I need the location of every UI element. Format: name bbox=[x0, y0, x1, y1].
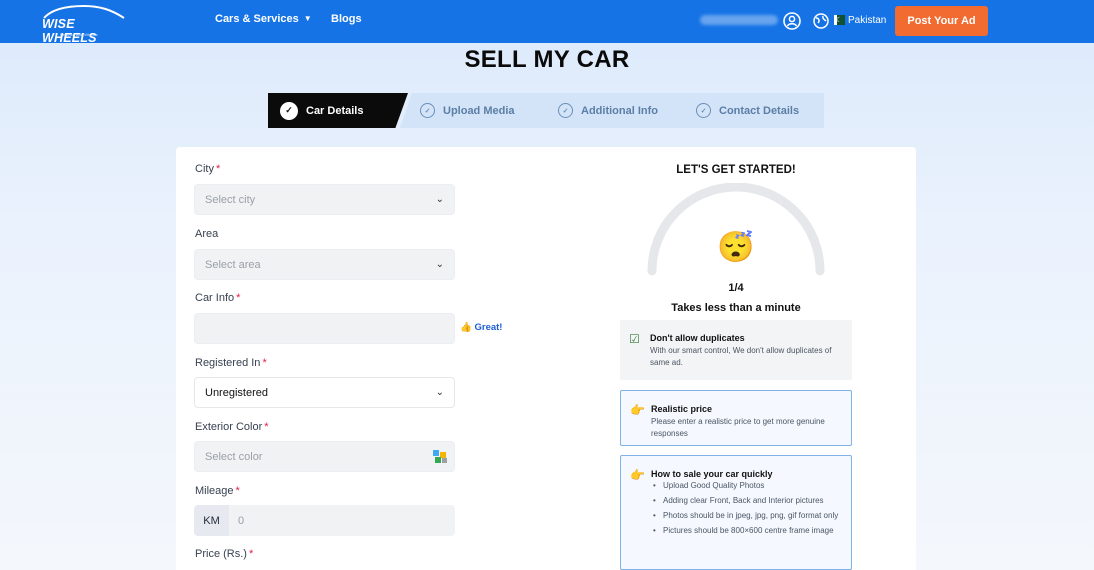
step-label: Additional Info bbox=[581, 104, 658, 117]
exterior-color-select[interactable]: Select color bbox=[194, 441, 455, 472]
step-contact-details[interactable]: ✓ Contact Details bbox=[674, 93, 824, 128]
car-info-label: Car Info * bbox=[195, 292, 240, 304]
globe-icon[interactable] bbox=[812, 12, 830, 30]
wise-wheels-logo[interactable]: WISE WHEELS Be Wise with Wheels bbox=[38, 5, 130, 45]
step-car-details[interactable]: ✓ Car Details bbox=[268, 93, 408, 128]
check-circle-icon: ✓ bbox=[420, 103, 435, 118]
step-label: Contact Details bbox=[719, 104, 800, 117]
progress-heading: LET'S GET STARTED! bbox=[676, 164, 796, 176]
logo-tagline: Be Wise with Wheels bbox=[60, 32, 98, 37]
chevron-down-icon: ▼ bbox=[303, 14, 312, 23]
list-item: Pictures should be 800×600 centre frame … bbox=[653, 525, 847, 537]
checkbox-icon: ☑ bbox=[629, 332, 640, 346]
tip-title: Don't allow duplicates bbox=[650, 333, 745, 343]
check-circle-icon: ✓ bbox=[280, 101, 298, 120]
required-mark: * bbox=[236, 292, 241, 304]
pointing-hand-icon: 👉 bbox=[630, 403, 645, 417]
thumbs-up-icon: 👍 bbox=[460, 322, 472, 333]
area-label: Area bbox=[195, 228, 219, 240]
list-item: Upload Good Quality Photos bbox=[653, 480, 847, 492]
step-label: Upload Media bbox=[443, 104, 515, 117]
crescent-icon: ☾ bbox=[836, 17, 843, 24]
blurred-user-name bbox=[700, 15, 778, 25]
pointing-hand-icon: 👉 bbox=[630, 468, 645, 482]
top-navbar: WISE WHEELS Be Wise with Wheels Cars & S… bbox=[0, 0, 1094, 45]
city-select[interactable]: Select city ⌄ bbox=[194, 184, 455, 215]
registered-in-label-text: Registered In bbox=[195, 357, 261, 369]
tip-sell-quickly: 👉 How to sale your car quickly Upload Go… bbox=[620, 455, 852, 570]
tip-realistic-price: 👉 Realistic price Please enter a realist… bbox=[620, 390, 852, 446]
tip-body: With our smart control, We don't allow d… bbox=[650, 346, 832, 367]
step-upload-media[interactable]: ✓ Upload Media bbox=[400, 93, 550, 128]
nav-blogs[interactable]: Blogs bbox=[331, 13, 362, 25]
sleeping-face-icon: 😴 bbox=[717, 231, 755, 264]
city-label-text: City bbox=[195, 163, 214, 175]
page-title: SELL MY CAR bbox=[464, 46, 630, 73]
chevron-down-icon: ⌄ bbox=[435, 194, 444, 205]
mileage-placeholder: 0 bbox=[238, 514, 245, 527]
progress-count: 1/4 bbox=[728, 282, 744, 294]
required-mark: * bbox=[215, 163, 221, 175]
area-placeholder: Select area bbox=[205, 258, 261, 271]
country-selector[interactable]: Pakistan bbox=[848, 15, 886, 26]
mileage-input[interactable]: 0 bbox=[229, 505, 455, 536]
progress-subtext: Takes less than a minute bbox=[671, 302, 801, 314]
logo-text: WISE WHEELS bbox=[42, 17, 97, 45]
required-mark: * bbox=[264, 421, 269, 433]
mileage-unit: KM bbox=[194, 505, 229, 536]
exterior-color-placeholder: Select color bbox=[205, 450, 263, 463]
tip-body: Please enter a realistic price to get mo… bbox=[651, 417, 825, 438]
price-label: Price (Rs.) * bbox=[195, 548, 253, 560]
car-info-input[interactable] bbox=[194, 313, 455, 344]
mileage-label-text: Mileage bbox=[195, 485, 234, 497]
tip-title: Realistic price bbox=[651, 404, 713, 414]
chevron-down-icon: ⌄ bbox=[435, 259, 444, 270]
required-mark: * bbox=[235, 485, 240, 497]
city-label: City * bbox=[195, 163, 220, 175]
registered-in-select[interactable]: Unregistered ⌄ bbox=[194, 377, 455, 408]
tip-no-duplicates: ☑ Don't allow duplicates With our smart … bbox=[620, 320, 852, 380]
list-item: Photos should be in jpeg, jpg, png, gif … bbox=[653, 510, 847, 522]
car-info-label-text: Car Info bbox=[195, 292, 235, 304]
tip-list: Upload Good Quality Photos Adding clear … bbox=[653, 480, 847, 540]
nav-cars-services-label: Cars & Services bbox=[215, 13, 299, 25]
registered-in-label: Registered In * bbox=[195, 357, 267, 369]
required-mark: * bbox=[248, 548, 254, 560]
user-icon[interactable] bbox=[783, 12, 801, 30]
car-info-hint: 👍 Great! bbox=[460, 322, 502, 333]
hint-text: Great! bbox=[474, 322, 503, 333]
post-your-ad-button[interactable]: Post Your Ad bbox=[895, 6, 988, 36]
area-select[interactable]: Select area ⌄ bbox=[194, 249, 455, 280]
price-label-text: Price (Rs.) bbox=[195, 548, 247, 560]
check-circle-icon: ✓ bbox=[696, 103, 711, 118]
stepper: ✓ Car Details ✓ Upload Media ✓ Additiona… bbox=[268, 93, 824, 128]
color-palette-icon bbox=[433, 450, 447, 463]
city-placeholder: Select city bbox=[205, 193, 256, 206]
nav-cars-services[interactable]: Cars & Services ▼ bbox=[215, 13, 312, 25]
mileage-label: Mileage * bbox=[195, 485, 240, 497]
exterior-color-label: Exterior Color * bbox=[195, 421, 269, 433]
required-mark: * bbox=[262, 357, 267, 369]
list-item: Adding clear Front, Back and Interior pi… bbox=[653, 495, 847, 507]
exterior-color-label-text: Exterior Color bbox=[195, 421, 263, 433]
step-additional-info[interactable]: ✓ Additional Info bbox=[536, 93, 688, 128]
registered-in-value: Unregistered bbox=[205, 386, 268, 399]
step-label: Car Details bbox=[306, 104, 364, 117]
chevron-down-icon: ⌄ bbox=[435, 387, 444, 398]
tip-title: How to sale your car quickly bbox=[651, 469, 773, 479]
check-circle-icon: ✓ bbox=[558, 103, 573, 118]
